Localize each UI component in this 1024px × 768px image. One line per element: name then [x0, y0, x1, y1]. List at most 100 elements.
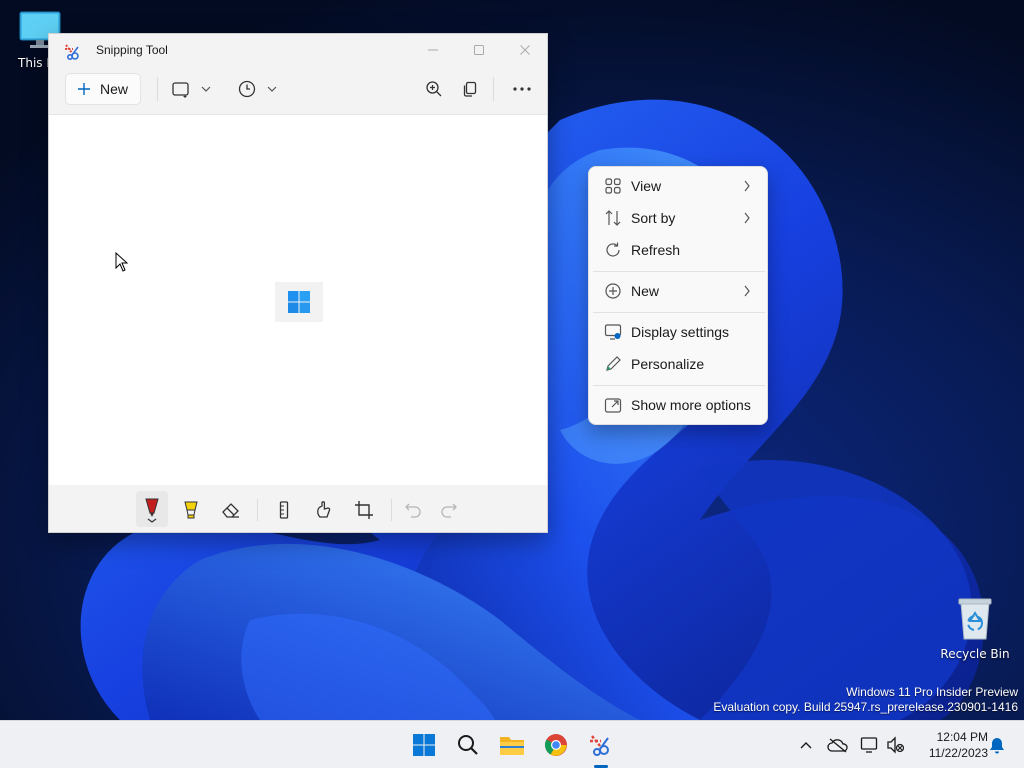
- menu-item-label: Refresh: [631, 242, 681, 258]
- undo-icon: [405, 503, 421, 518]
- chevron-down-icon: [201, 86, 211, 92]
- windows-logo-placeholder: [275, 282, 323, 322]
- window-title: Snipping Tool: [96, 43, 168, 57]
- timer-icon: [238, 80, 256, 98]
- touch-writing-button[interactable]: [309, 495, 339, 525]
- show-hidden-icons-button[interactable]: [795, 734, 817, 756]
- personalize-pen-icon: [606, 356, 621, 371]
- maximize-icon: [474, 45, 484, 55]
- markup-divider: [391, 499, 392, 521]
- zoom-button[interactable]: [419, 75, 449, 103]
- volume-muted-icon: [887, 736, 905, 754]
- snip-canvas[interactable]: [49, 114, 547, 485]
- display-settings-icon: [604, 324, 622, 340]
- menu-item-label: Display settings: [631, 324, 730, 340]
- search-button[interactable]: [450, 727, 486, 763]
- start-icon: [413, 734, 435, 756]
- menu-item-view[interactable]: View: [593, 171, 763, 201]
- network-tray-button[interactable]: [859, 734, 881, 756]
- onedrive-icon: [827, 738, 848, 753]
- copy-icon: [463, 81, 477, 97]
- chrome-icon: [545, 734, 567, 756]
- new-snip-button[interactable]: New: [65, 73, 141, 105]
- menu-item-label: View: [631, 178, 662, 194]
- onedrive-tray-button[interactable]: [827, 734, 849, 756]
- snipping-tool-icon: [590, 735, 609, 756]
- zoom-in-icon: [426, 81, 442, 97]
- eraser-button[interactable]: [216, 495, 246, 525]
- maximize-button[interactable]: [456, 34, 502, 66]
- menu-item-personalize[interactable]: Personalize: [593, 349, 763, 379]
- menu-item-label: New: [631, 283, 660, 299]
- minimize-button[interactable]: [410, 34, 456, 66]
- toolbar-divider: [157, 77, 158, 101]
- chevron-right-icon: [744, 285, 750, 297]
- ruler-button[interactable]: [269, 495, 299, 525]
- undo-button[interactable]: [398, 495, 428, 525]
- snip-mode-dropdown[interactable]: [167, 75, 217, 103]
- refresh-icon: [606, 242, 620, 257]
- notification-bell-icon: [990, 738, 1004, 754]
- search-icon: [458, 735, 478, 755]
- file-explorer-button[interactable]: [494, 727, 530, 763]
- watermark-line-1: Windows 11 Pro Insider Preview: [846, 685, 1018, 699]
- redo-icon: [441, 503, 457, 518]
- show-more-options-icon: [604, 398, 622, 413]
- sort-icon: [605, 210, 621, 226]
- snipping-tool-window: Snipping Tool New: [48, 33, 548, 533]
- volume-tray-button[interactable]: [884, 734, 906, 756]
- view-grid-icon: [605, 178, 621, 194]
- minimize-icon: [428, 49, 438, 51]
- delay-timer-dropdown[interactable]: [233, 75, 283, 103]
- desktop-icon-recycle-bin[interactable]: Recycle Bin: [937, 597, 1013, 661]
- desktop-icon-label: Recycle Bin: [940, 647, 1010, 661]
- menu-item-new[interactable]: New: [593, 276, 763, 306]
- ballpoint-pen-button[interactable]: [136, 491, 168, 527]
- highlighter-button[interactable]: [176, 495, 206, 525]
- new-snip-label: New: [100, 81, 129, 97]
- chevron-down-icon: [267, 86, 277, 92]
- snipping-toolbar: New: [49, 68, 547, 114]
- see-more-button[interactable]: [507, 75, 537, 103]
- desktop-context-menu: View Sort by Refresh New Display setting…: [588, 166, 768, 425]
- ruler-icon: [279, 501, 289, 519]
- chevron-right-icon: [744, 212, 750, 224]
- snipping-tool-taskbar-button[interactable]: [582, 727, 618, 763]
- chevron-right-icon: [744, 180, 750, 192]
- snipping-tool-app-icon: [65, 44, 79, 61]
- evaluation-watermark: Windows 11 Pro Insider Preview Evaluatio…: [713, 685, 1018, 715]
- close-button[interactable]: [502, 34, 548, 66]
- title-bar[interactable]: Snipping Tool: [49, 34, 547, 68]
- ballpoint-pen-icon: [145, 498, 159, 523]
- menu-item-display-settings[interactable]: Display settings: [593, 317, 763, 347]
- new-plus-icon: [605, 283, 621, 299]
- crop-icon: [355, 501, 373, 519]
- notifications-button[interactable]: [986, 734, 1008, 756]
- plus-icon: [78, 83, 90, 95]
- touch-writing-icon: [317, 501, 331, 518]
- menu-item-sort-by[interactable]: Sort by: [593, 203, 763, 233]
- highlighter-icon: [184, 501, 198, 519]
- markup-divider: [257, 499, 258, 521]
- redo-button[interactable]: [434, 495, 464, 525]
- close-icon: [520, 45, 530, 55]
- copy-button[interactable]: [455, 75, 485, 103]
- chevron-up-icon: [800, 742, 812, 749]
- menu-divider: [593, 312, 765, 313]
- menu-divider: [593, 271, 765, 272]
- crop-button[interactable]: [349, 495, 379, 525]
- watermark-line-2: Evaluation copy. Build 25947.rs_prerelea…: [713, 700, 1018, 714]
- menu-item-show-more-options[interactable]: Show more options: [593, 390, 763, 420]
- clock-date: 11/22/2023: [928, 746, 988, 760]
- taskbar-clock[interactable]: 12:04 PM 11/22/2023: [912, 729, 988, 761]
- windows-logo-icon: [288, 291, 310, 313]
- taskbar: 12:04 PM 11/22/2023: [0, 720, 1024, 768]
- start-button[interactable]: [406, 727, 442, 763]
- rectangle-mode-icon: [172, 82, 189, 98]
- recycle-bin-icon: [958, 598, 992, 640]
- menu-item-label: Sort by: [631, 210, 676, 226]
- menu-item-refresh[interactable]: Refresh: [593, 235, 763, 265]
- chrome-button[interactable]: [538, 727, 574, 763]
- mouse-cursor-icon: [115, 252, 129, 272]
- network-icon: [860, 737, 878, 753]
